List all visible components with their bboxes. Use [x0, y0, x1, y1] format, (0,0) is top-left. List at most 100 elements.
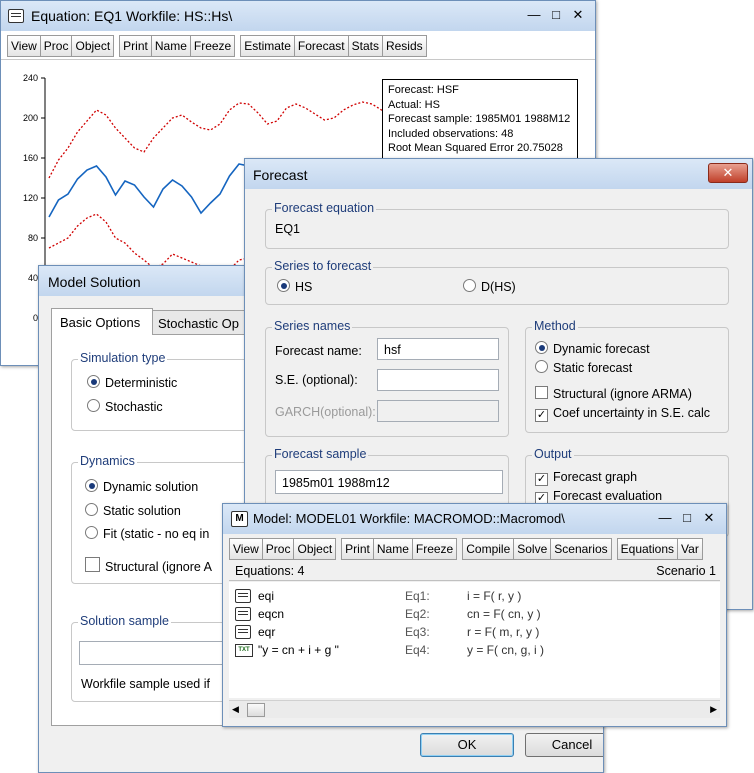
minimize-icon[interactable]: — [654, 510, 676, 525]
structural-checkbox[interactable]: Structural (ignore A [85, 557, 212, 574]
resids-button[interactable]: Resids [381, 35, 427, 57]
radio-icon [87, 399, 100, 412]
model-window: M Model: MODEL01 Workfile: MACROMOD::Mac… [222, 503, 727, 727]
radio-selected-icon [85, 479, 98, 492]
model-solution-title: Model Solution [48, 274, 141, 290]
close-icon[interactable]: ✕ [698, 510, 720, 526]
series-names-legend: Series names [272, 319, 353, 333]
equation-toolbar: View Proc Object Print Name Freeze Estimate For… [7, 35, 427, 57]
scroll-right-icon[interactable]: ▶ [710, 704, 717, 715]
close-button[interactable]: ✕ [708, 163, 748, 183]
maximize-icon[interactable]: □ [545, 7, 567, 22]
stat-line: Root Mean Squared Error 20.75028 [388, 142, 563, 154]
stat-line: Actual: HS [388, 98, 440, 111]
equation-number: Eq1: [405, 589, 430, 603]
object-button[interactable]: Object [293, 538, 337, 560]
proc-button[interactable]: Proc [261, 538, 295, 560]
forecast-equation-legend: Forecast equation [272, 201, 377, 215]
maximize-icon[interactable]: □ [676, 510, 698, 525]
se-input[interactable] [377, 369, 499, 391]
workfile-sample-note: Workfile sample used if [81, 677, 210, 691]
y-tick-label: 80 [28, 233, 38, 243]
forecast-graph-checkbox[interactable]: ✓ Forecast graph [535, 470, 637, 486]
radio-selected-icon [277, 279, 290, 292]
series-dhs-radio[interactable]: D(HS) [463, 279, 516, 294]
list-item[interactable]: eqr Eq3: r = F( m, r, y ) [235, 623, 715, 641]
structural-label: Structural (ignore ARMA) [553, 387, 692, 401]
forecast-name-label: Forecast name: [275, 344, 362, 358]
y-tick-label: 120 [23, 193, 38, 203]
model-icon: M [231, 511, 248, 527]
freeze-button[interactable]: Freeze [189, 35, 236, 57]
forecast-titlebar[interactable]: Forecast ✕ [245, 159, 752, 189]
name-button[interactable]: Name [372, 538, 413, 560]
deterministic-radio[interactable]: Deterministic [87, 375, 177, 390]
object-button[interactable]: Object [71, 35, 115, 57]
forecast-button[interactable]: Forecast [293, 35, 349, 57]
stat-line: Forecast sample: 1985M01 1988M12 [388, 113, 571, 125]
coef-uncertainty-checkbox[interactable]: ✓ Coef uncertainty in S.E. calc [535, 406, 710, 422]
cancel-button[interactable]: Cancel [525, 733, 603, 757]
name-button[interactable]: Name [150, 35, 191, 57]
equation-icon [235, 607, 251, 621]
proc-button[interactable]: Proc [39, 35, 73, 57]
scenarios-button[interactable]: Scenarios [550, 538, 612, 560]
radio-icon [535, 360, 548, 373]
compile-button[interactable]: Compile [462, 538, 515, 560]
output-legend: Output [532, 447, 574, 461]
scroll-thumb[interactable] [247, 703, 265, 717]
fit-radio[interactable]: Fit (static - no eq in [85, 526, 209, 541]
dynamic-solution-radio[interactable]: Dynamic solution [85, 479, 198, 494]
static-solution-radio[interactable]: Static solution [85, 503, 181, 518]
method-legend: Method [532, 319, 578, 333]
tab-basic-options[interactable]: Basic Options [51, 308, 153, 335]
equation-name: eqcn [258, 607, 285, 621]
ok-button[interactable]: OK [420, 733, 514, 757]
dynamic-forecast-radio[interactable]: Dynamic forecast [535, 341, 650, 356]
equation-name: eqr [258, 625, 276, 639]
equation-icon [235, 625, 251, 639]
static-forecast-label: Static forecast [553, 361, 633, 375]
list-item[interactable]: eqcn Eq2: cn = F( cn, y ) [235, 605, 715, 623]
simulation-type-legend: Simulation type [78, 351, 168, 365]
equation-spec: cn = F( cn, y ) [467, 607, 541, 621]
forecast-equation-value: EQ1 [275, 222, 301, 236]
equation-name: "y = cn + i + g " [258, 643, 339, 657]
forecast-name-input[interactable]: hsf [377, 338, 499, 360]
model-window-titlebar[interactable]: M Model: MODEL01 Workfile: MACROMOD::Mac… [223, 504, 726, 534]
scroll-left-icon[interactable]: ◀ [232, 704, 239, 715]
equation-name: eqi [258, 589, 275, 603]
structural-checkbox[interactable]: Structural (ignore ARMA) [535, 386, 692, 401]
forecast-sample-input[interactable]: 1985m01 1988m12 [275, 470, 503, 494]
radio-icon [85, 503, 98, 516]
stochastic-radio[interactable]: Stochastic [87, 399, 163, 414]
solve-button[interactable]: Solve [513, 538, 552, 560]
garch-input[interactable] [377, 400, 499, 422]
model-status-bar: Equations: 4 Scenario 1 [229, 562, 720, 581]
variables-button[interactable]: Var [677, 538, 703, 560]
freeze-button[interactable]: Freeze [411, 538, 458, 560]
view-button[interactable]: View [7, 35, 41, 57]
horizontal-scrollbar[interactable]: ◀ ▶ [229, 700, 720, 718]
minimize-icon[interactable]: — [523, 7, 545, 22]
fit-label: Fit (static - no eq in [103, 527, 210, 541]
model-toolbar: View Proc Object Print Name Freeze Compile Solv… [229, 538, 703, 560]
list-item[interactable]: TXT "y = cn + i + g " Eq4: y = F( cn, g,… [235, 641, 715, 659]
series-hs-radio[interactable]: HS [277, 279, 312, 294]
close-icon[interactable]: ✕ [567, 7, 589, 23]
equation-spec: i = F( r, y ) [467, 589, 522, 603]
stats-button[interactable]: Stats [347, 35, 383, 57]
equations-button[interactable]: Equations [616, 538, 679, 560]
view-button[interactable]: View [229, 538, 263, 560]
equation-window-title: Equation: EQ1 Workfile: HS::Hs\ [31, 8, 233, 24]
dynamic-solution-label: Dynamic solution [103, 480, 199, 494]
forecast-stats-box: Forecast: HSF Actual: HS Forecast sample… [382, 79, 578, 165]
equation-icon [235, 589, 251, 603]
dynamics-legend: Dynamics [78, 454, 137, 468]
estimate-button[interactable]: Estimate [240, 35, 295, 57]
static-forecast-radio[interactable]: Static forecast [535, 360, 632, 375]
print-button[interactable]: Print [341, 538, 374, 560]
equation-window-titlebar[interactable]: Equation: EQ1 Workfile: HS::Hs\ — □ ✕ [1, 1, 595, 31]
list-item[interactable]: eqi Eq1: i = F( r, y ) [235, 587, 715, 605]
print-button[interactable]: Print [119, 35, 152, 57]
